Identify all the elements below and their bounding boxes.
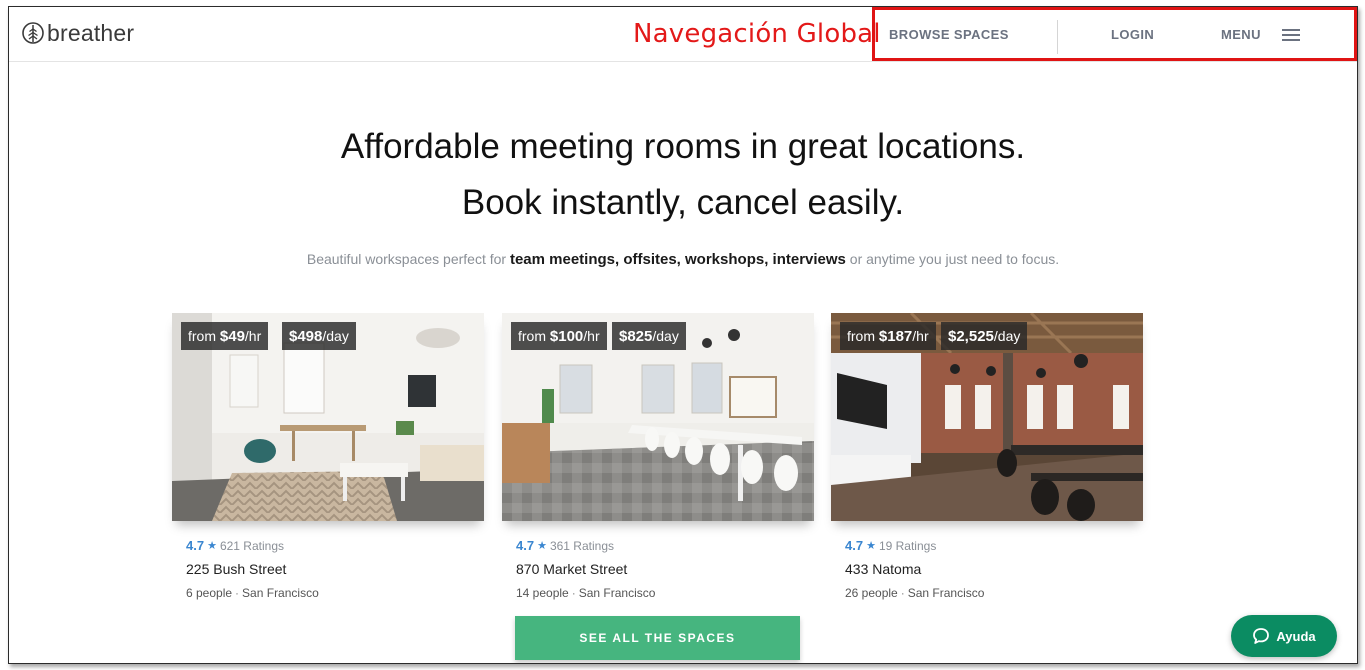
- hero-sub-suffix: or anytime you just need to focus.: [845, 251, 1060, 267]
- price-hour-unit: /hr: [912, 328, 929, 344]
- nav-browse-spaces[interactable]: BROWSE SPACES: [889, 27, 1009, 42]
- price-hour-value: $187: [878, 328, 913, 345]
- brand-name: breather: [47, 20, 135, 46]
- space-info: 4.7 ★ 19 Ratings 433 Natoma 26 people · Sa…: [831, 538, 1143, 600]
- price-hour-value: $100: [549, 328, 584, 345]
- capacity: 14 people: [516, 586, 569, 600]
- price-per-hour: from $49/hr: [181, 322, 269, 350]
- rating-score: 4.7: [845, 538, 864, 553]
- separator-dot: ·: [900, 586, 905, 600]
- nav-divider: [1057, 20, 1058, 54]
- space-photo[interactable]: from $187/hr $2,525/day: [831, 313, 1143, 521]
- star-icon: ★: [207, 540, 217, 552]
- chat-bubble-icon: [1253, 628, 1270, 644]
- price-day-value: $498: [289, 328, 323, 345]
- space-meta: 26 people · San Francisco: [845, 586, 1143, 600]
- price-per-hour: from $100/hr: [511, 322, 607, 350]
- space-title[interactable]: 870 Market Street: [516, 561, 814, 577]
- price-hour-value: $49: [219, 328, 245, 345]
- annotation-label: Navegación Global: [633, 19, 881, 49]
- price-per-day: $825/day: [612, 322, 686, 350]
- capacity: 26 people: [845, 586, 898, 600]
- city: San Francisco: [907, 586, 985, 600]
- space-title[interactable]: 433 Natoma: [845, 561, 1143, 577]
- price-prefix: from: [518, 328, 550, 344]
- price-hour-unit: /hr: [244, 328, 262, 344]
- price-per-day: $2,525/day: [941, 322, 1028, 350]
- browser-frame: breather Navegación Global BROWSE SPACES…: [8, 6, 1358, 664]
- hero-headline-1: Affordable meeting rooms in great locati…: [340, 127, 1026, 166]
- price-day-unit: /day: [322, 328, 349, 344]
- rating-row: 4.7 ★ 621 Ratings: [186, 538, 484, 553]
- nav-menu[interactable]: MENU: [1221, 27, 1261, 42]
- price-prefix: from: [188, 328, 220, 344]
- price-day-value: $825: [619, 328, 653, 345]
- city: San Francisco: [242, 586, 319, 600]
- hamburger-icon[interactable]: [1282, 29, 1300, 41]
- brand-logo[interactable]: breather: [22, 21, 134, 45]
- star-icon: ★: [537, 540, 547, 552]
- rating-score: 4.7: [186, 538, 205, 553]
- space-card[interactable]: from $187/hr $2,525/day 4.7 ★ 19 Ratings…: [831, 313, 1143, 600]
- price-day-value: $2,525: [948, 328, 994, 345]
- ratings-count: 19 Ratings: [878, 538, 937, 553]
- rating-score: 4.7: [516, 538, 535, 553]
- space-card[interactable]: from $49/hr $498/day 4.7 ★ 621 Ratings 2…: [172, 313, 484, 600]
- ratings-count: 621 Ratings: [219, 538, 284, 553]
- space-card[interactable]: from $100/hr $825/day 4.7 ★ 361 Ratings …: [502, 313, 814, 600]
- ratings-count: 361 Ratings: [549, 538, 614, 553]
- price-per-hour: from $187/hr: [840, 322, 936, 350]
- space-info: 4.7 ★ 361 Ratings 870 Market Street 14 p…: [502, 538, 814, 600]
- hero-subline: Beautiful workspaces perfect for team me…: [9, 251, 1357, 268]
- price-hour-unit: /hr: [583, 328, 600, 344]
- space-meta: 6 people · San Francisco: [186, 586, 484, 600]
- hero-headline-2: Book instantly, cancel easily.: [461, 183, 905, 222]
- price-day-unit: /day: [993, 328, 1021, 344]
- price-per-day: $498/day: [282, 322, 356, 350]
- separator-dot: ·: [571, 586, 576, 600]
- price-prefix: from: [847, 328, 879, 344]
- price-day-unit: /day: [652, 328, 679, 344]
- capacity: 6 people: [186, 586, 233, 600]
- space-title[interactable]: 225 Bush Street: [186, 561, 484, 577]
- tree-leaf-icon: [22, 22, 44, 44]
- hero-sub-prefix: Beautiful workspaces perfect for: [306, 251, 510, 267]
- city: San Francisco: [578, 586, 656, 600]
- space-meta: 14 people · San Francisco: [516, 586, 814, 600]
- separator-dot: ·: [235, 586, 240, 600]
- see-all-spaces-button[interactable]: SEE ALL THE SPACES: [515, 616, 800, 660]
- space-photo[interactable]: from $100/hr $825/day: [502, 313, 814, 521]
- help-chat-button[interactable]: Ayuda: [1231, 615, 1337, 657]
- site-header: breather Navegación Global BROWSE SPACES…: [9, 7, 1357, 62]
- help-label: Ayuda: [1276, 628, 1316, 644]
- space-photo[interactable]: from $49/hr $498/day: [172, 313, 484, 521]
- rating-row: 4.7 ★ 361 Ratings: [516, 538, 814, 553]
- nav-login[interactable]: LOGIN: [1111, 27, 1154, 42]
- space-info: 4.7 ★ 621 Ratings 225 Bush Street 6 peop…: [172, 538, 484, 600]
- hero-sub-bold: team meetings, offsites, workshops, inte…: [509, 251, 846, 268]
- rating-row: 4.7 ★ 19 Ratings: [845, 538, 1143, 553]
- star-icon: ★: [866, 540, 876, 552]
